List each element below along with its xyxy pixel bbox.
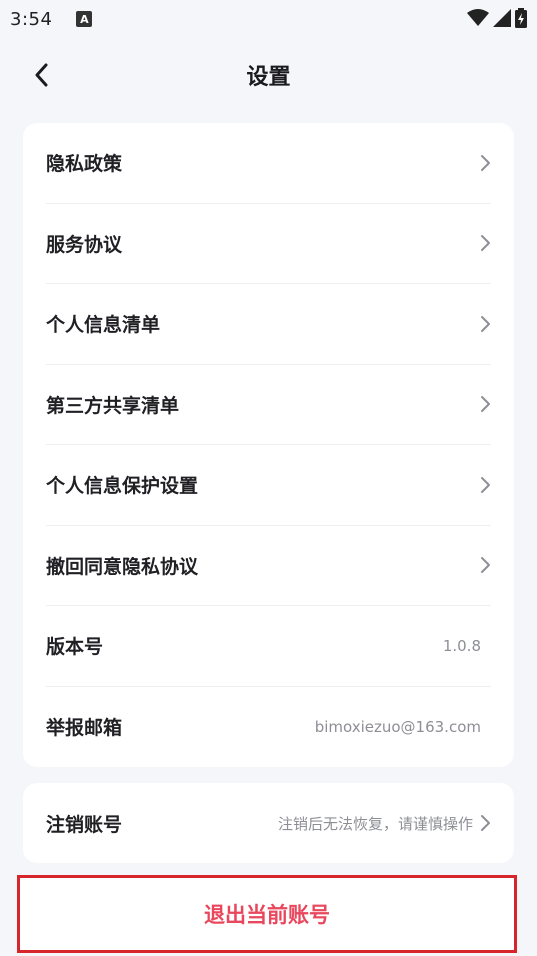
settings-item-third-party-sharing[interactable]: 第三方共享清单	[46, 365, 491, 445]
settings-list: 隐私政策 服务协议 个人信息清单 第三方共享清单 个人信息保护设置 撤回同意隐私…	[23, 123, 514, 767]
settings-item-report-email[interactable]: 举报邮箱 bimoxiezuo@163.com	[46, 687, 491, 768]
cancel-account-item[interactable]: 注销账号 注销后无法恢复，请谨慎操作	[46, 783, 491, 863]
settings-item-privacy-policy[interactable]: 隐私政策	[46, 123, 491, 204]
status-bar: 3:54 A	[0, 0, 537, 38]
settings-item-label: 个人信息清单	[46, 314, 161, 337]
notification-icon: A	[76, 11, 93, 27]
page-title: 设置	[246, 65, 291, 90]
settings-item-personal-info-protection[interactable]: 个人信息保护设置	[46, 445, 491, 526]
chevron-right-icon	[481, 396, 490, 413]
chevron-right-icon	[481, 476, 490, 493]
settings-item-label: 版本号	[46, 636, 104, 659]
cancel-account-right: 注销后无法恢复，请谨慎操作	[278, 813, 491, 834]
chevron-right-icon	[481, 235, 490, 252]
logout-button[interactable]: 退出当前账号	[17, 875, 517, 953]
chevron-right-icon	[481, 315, 490, 332]
logout-label: 退出当前账号	[204, 903, 330, 927]
chevron-right-icon	[481, 154, 490, 171]
cancel-account-label: 注销账号	[46, 813, 123, 836]
settings-item-label: 举报邮箱	[46, 717, 123, 740]
status-time: 3:54	[10, 8, 53, 30]
settings-item-service-agreement[interactable]: 服务协议	[46, 204, 491, 284]
back-button[interactable]	[26, 58, 56, 92]
settings-item-label: 服务协议	[46, 233, 123, 256]
battery-charging-icon	[515, 8, 527, 28]
back-arrow-icon	[35, 63, 48, 87]
settings-item-label: 第三方共享清单	[46, 394, 180, 417]
wifi-icon	[467, 9, 489, 26]
chevron-right-icon	[481, 815, 490, 831]
cancel-account-card: 注销账号 注销后无法恢复，请谨慎操作	[23, 783, 514, 863]
settings-item-label: 隐私政策	[46, 153, 123, 176]
settings-item-version: 版本号 1.0.8	[46, 606, 491, 687]
status-icons	[467, 8, 527, 28]
settings-item-label: 撤回同意隐私协议	[46, 555, 199, 578]
version-value: 1.0.8	[442, 636, 481, 655]
cellular-signal-icon	[493, 9, 511, 27]
settings-item-withdraw-consent[interactable]: 撤回同意隐私协议	[46, 526, 491, 606]
chevron-right-icon	[481, 557, 490, 574]
header: 设置	[0, 48, 537, 102]
report-email-value: bimoxiezuo@163.com	[314, 717, 481, 736]
settings-item-personal-info-list[interactable]: 个人信息清单	[46, 284, 491, 365]
settings-item-label: 个人信息保护设置	[46, 475, 199, 498]
cancel-account-hint: 注销后无法恢复，请谨慎操作	[277, 814, 473, 833]
